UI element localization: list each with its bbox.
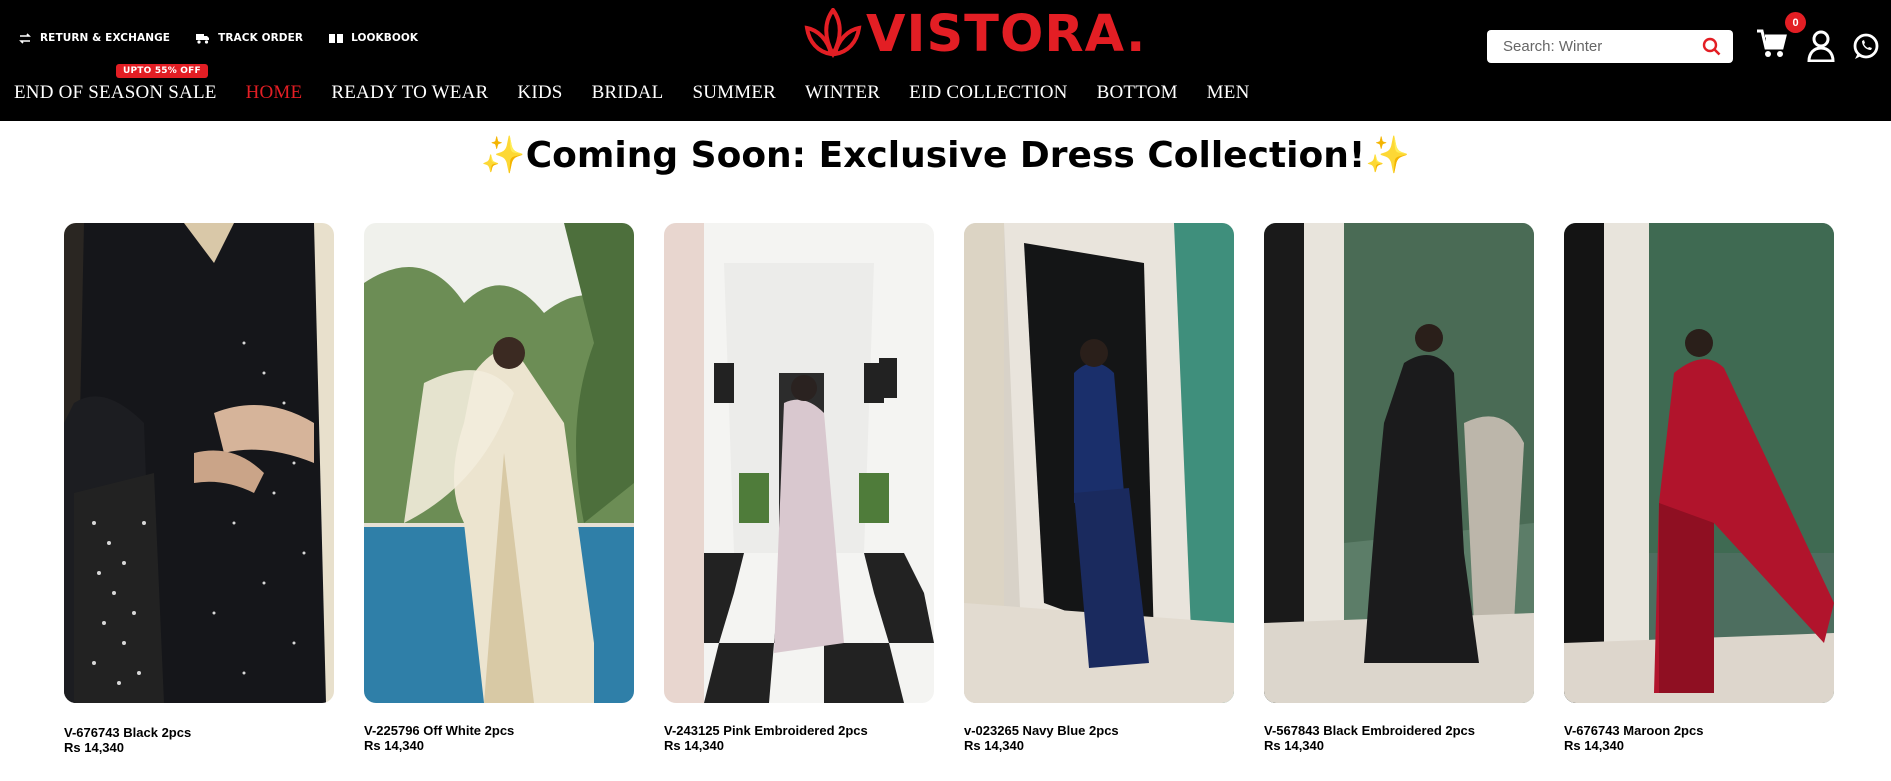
product-name[interactable]: V-567843 Black Embroidered 2pcs [1264, 723, 1475, 738]
product-image[interactable] [1264, 223, 1534, 703]
nav-winter[interactable]: WINTER [805, 82, 880, 104]
nav-ready-to-wear[interactable]: READY TO WEAR [331, 82, 488, 104]
lotus-logo-icon [804, 6, 862, 63]
sale-badge: UPTO 55% OFF [116, 64, 208, 78]
page-heading: ✨Coming Soon: Exclusive Dress Collection… [0, 134, 1891, 176]
product-name[interactable]: V-243125 Pink Embroidered 2pcs [664, 723, 868, 738]
nav-label: HOME [245, 82, 303, 103]
product-card[interactable]: V-676743 Maroon 2pcs Rs 14,340 [1564, 223, 1834, 753]
main-navigation: END OF SEASON SALE UPTO 55% OFF HOME REA… [14, 64, 1279, 104]
product-image[interactable] [964, 223, 1234, 703]
brand-name: VISTORA. [866, 5, 1147, 64]
exchange-icon [18, 32, 32, 44]
product-price: Rs 14,340 [1564, 738, 1624, 753]
nav-label: READY TO WEAR [331, 82, 489, 103]
search-icon[interactable] [1702, 37, 1721, 61]
product-price: Rs 14,340 [364, 738, 424, 753]
track-order-label: TRACK ORDER [218, 32, 304, 44]
nav-kids[interactable]: KIDS [517, 82, 562, 104]
nav-home[interactable]: HOME [246, 82, 303, 104]
product-card[interactable]: V-676743 Black 2pcs Rs 14,340 [64, 223, 334, 755]
product-image[interactable] [364, 223, 634, 703]
book-icon [329, 32, 344, 44]
nav-end-of-season-sale[interactable]: END OF SEASON SALE UPTO 55% OFF [14, 64, 217, 104]
nav-label: BOTTOM [1096, 82, 1178, 103]
product-name[interactable]: v-023265 Navy Blue 2pcs [964, 723, 1119, 738]
product-card[interactable]: v-023265 Navy Blue 2pcs Rs 14,340 [964, 223, 1234, 753]
utility-links: RETURN & EXCHANGE TRACK ORDER LOOKBOOK [18, 32, 418, 44]
search-input[interactable] [1501, 37, 1705, 56]
product-card[interactable]: V-567843 Black Embroidered 2pcs Rs 14,34… [1264, 223, 1534, 753]
nav-label: MEN [1206, 82, 1250, 103]
whatsapp-icon[interactable] [1852, 32, 1880, 65]
cart-icon[interactable] [1756, 28, 1788, 62]
heading-text: Coming Soon: Exclusive Dress Collection! [525, 135, 1366, 176]
nav-summer[interactable]: SUMMER [692, 82, 776, 104]
cart-count-badge: 0 [1785, 12, 1806, 33]
nav-label: SUMMER [692, 82, 777, 103]
nav-label: END OF SEASON SALE [14, 82, 217, 103]
site-header: RETURN & EXCHANGE TRACK ORDER LOOKBOOK V… [0, 0, 1891, 121]
nav-men[interactable]: MEN [1207, 82, 1250, 104]
product-image[interactable] [64, 223, 334, 703]
lookbook-label: LOOKBOOK [351, 32, 419, 44]
product-name[interactable]: V-676743 Maroon 2pcs [1564, 723, 1703, 738]
return-exchange-link[interactable]: RETURN & EXCHANGE [18, 32, 170, 44]
product-image[interactable] [1564, 223, 1834, 703]
product-price: Rs 14,340 [964, 738, 1024, 753]
product-card[interactable]: V-243125 Pink Embroidered 2pcs Rs 14,340 [664, 223, 934, 753]
product-price: Rs 14,340 [64, 740, 124, 755]
product-name[interactable]: V-225796 Off White 2pcs [364, 723, 514, 738]
search-box [1487, 30, 1733, 63]
nav-bridal[interactable]: BRIDAL [592, 82, 664, 104]
product-price: Rs 14,340 [1264, 738, 1324, 753]
product-name[interactable]: V-676743 Black 2pcs [64, 725, 191, 740]
nav-label: WINTER [805, 82, 881, 103]
user-account-icon[interactable] [1807, 30, 1835, 67]
brand-logo[interactable]: VISTORA. [804, 5, 1146, 65]
return-exchange-label: RETURN & EXCHANGE [40, 32, 171, 44]
nav-label: KIDS [517, 82, 563, 103]
product-price: Rs 14,340 [664, 738, 724, 753]
nav-label: EID COLLECTION [909, 82, 1068, 103]
track-order-link[interactable]: TRACK ORDER [196, 32, 303, 44]
sparkle-icon: ✨ [480, 135, 526, 176]
lookbook-link[interactable]: LOOKBOOK [329, 32, 418, 44]
product-image[interactable] [664, 223, 934, 703]
nav-bottom[interactable]: BOTTOM [1097, 82, 1178, 104]
sparkle-icon: ✨ [1365, 135, 1411, 176]
nav-label: BRIDAL [591, 82, 664, 103]
nav-eid-collection[interactable]: EID COLLECTION [909, 82, 1067, 104]
truck-icon [196, 32, 210, 44]
product-card[interactable]: V-225796 Off White 2pcs Rs 14,340 [364, 223, 634, 753]
